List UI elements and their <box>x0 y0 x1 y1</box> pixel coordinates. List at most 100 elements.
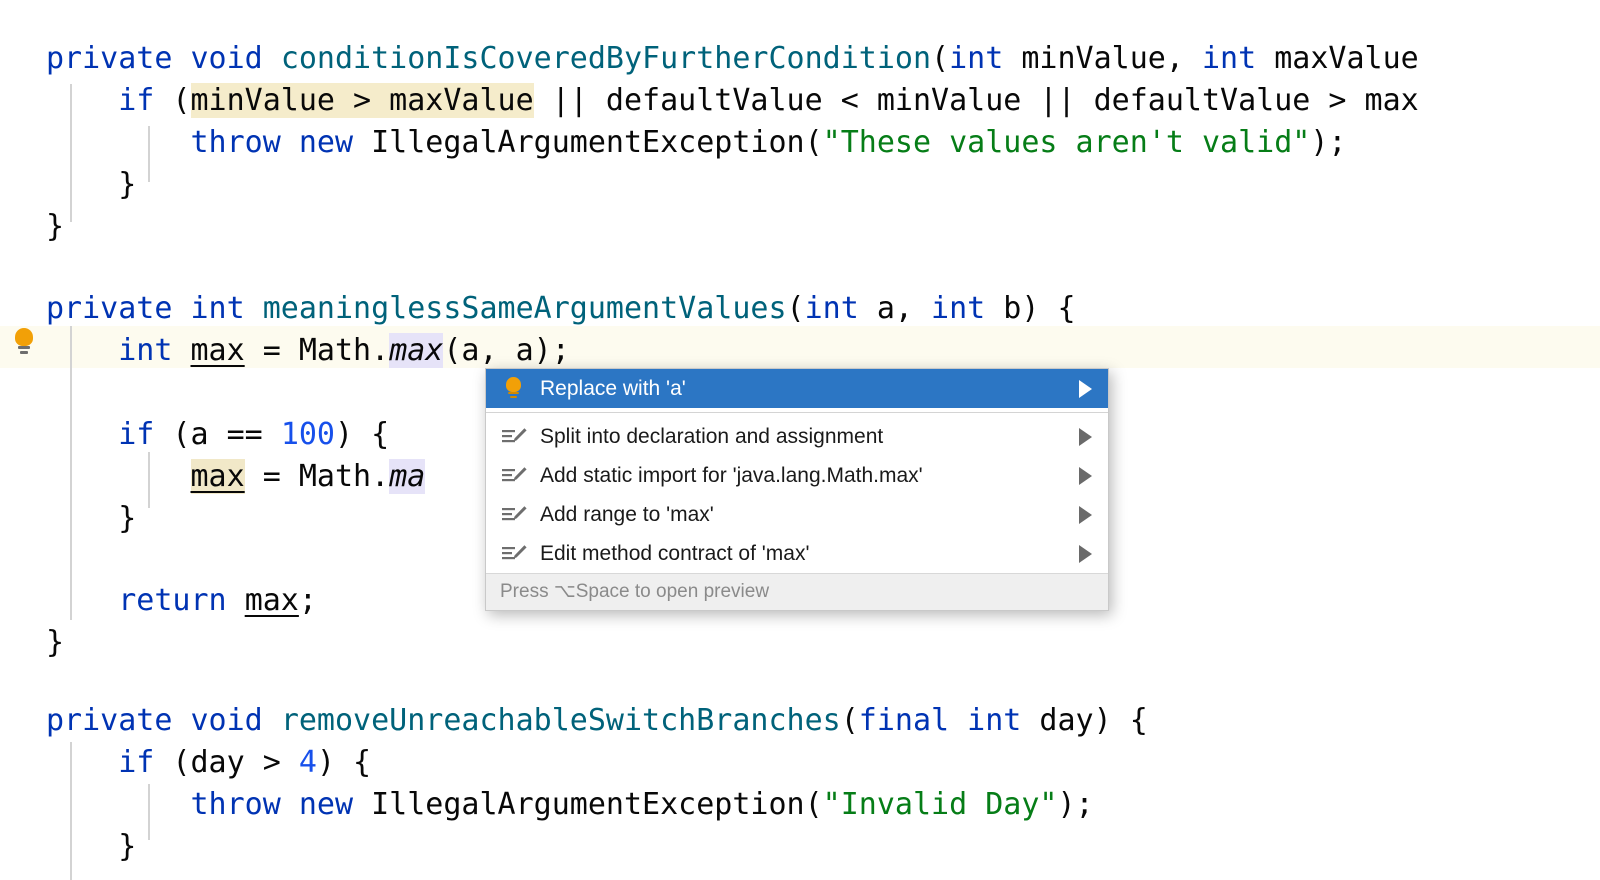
token-params: maxValue <box>1256 41 1419 76</box>
submenu-arrow-icon[interactable] <box>1079 544 1092 563</box>
code-line: int max = Math.max(a, a); <box>0 330 1600 372</box>
code-line: throw new IllegalArgumentException("Thes… <box>0 122 1600 164</box>
token-keyword: new <box>298 787 354 822</box>
token-keyword: int <box>118 333 173 368</box>
token-keyword: return <box>118 583 227 618</box>
token-params: b) { <box>985 291 1076 326</box>
code-line: } <box>0 164 1600 206</box>
token-keyword: private <box>46 41 173 76</box>
token-method-name: removeUnreachableSwitchBranches <box>280 703 841 738</box>
intention-item-split-declaration[interactable]: Split into declaration and assignment <box>486 417 1108 456</box>
intention-actions-popup[interactable]: Replace with 'a' Split into declaration … <box>485 368 1109 611</box>
identifier-under-caret-highlight: ma <box>389 459 426 494</box>
submenu-arrow-icon[interactable] <box>1079 379 1092 398</box>
code-line: } <box>0 206 1600 248</box>
intention-pencil-icon <box>500 502 530 528</box>
token-punct: ( <box>154 83 191 118</box>
code-line: private void conditionIsCoveredByFurther… <box>0 38 1600 80</box>
token-expression: (a == <box>154 417 281 452</box>
submenu-arrow-icon[interactable] <box>1079 427 1092 446</box>
token-keyword: throw <box>190 787 281 822</box>
token-brace: } <box>46 209 65 244</box>
lightbulb-base-line <box>510 395 517 398</box>
lightbulb-icon <box>500 376 530 402</box>
token-punct: ; <box>298 583 317 618</box>
popup-footer-hint: Press ⌥Space to open preview <box>486 573 1108 610</box>
intention-item-add-static-import[interactable]: Add static import for 'java.lang.Math.ma… <box>486 456 1108 495</box>
token-keyword: private <box>46 291 173 326</box>
token-keyword: int <box>1201 41 1257 76</box>
token-punct: ) { <box>316 745 372 780</box>
condition-highlight: minValue > maxValue <box>190 83 534 118</box>
token-operator: = Math. <box>244 333 390 368</box>
code-line: if (minValue > maxValue || defaultValue … <box>0 80 1600 122</box>
token-number: 100 <box>280 417 335 452</box>
token-variable: max <box>190 333 245 368</box>
intention-pencil-icon <box>500 463 530 489</box>
token-keyword: new <box>298 125 354 160</box>
token-punct: ( <box>931 41 950 76</box>
intention-item-label: Edit method contract of 'max' <box>540 541 810 565</box>
submenu-arrow-icon[interactable] <box>1079 505 1092 524</box>
token-keyword: if <box>118 745 155 780</box>
intention-item-replace-with-a[interactable]: Replace with 'a' <box>486 369 1108 408</box>
token-keyword: final <box>858 703 950 738</box>
token-keyword: if <box>118 83 155 118</box>
token-punct: ( <box>840 703 859 738</box>
code-line: } <box>0 622 1600 664</box>
token-brace: } <box>46 501 137 536</box>
token-punct: ); <box>1057 787 1094 822</box>
token-operator: = Math. <box>244 459 390 494</box>
intention-item-add-range[interactable]: Add range to 'max' <box>486 495 1108 534</box>
lightbulb-glass <box>506 376 521 392</box>
token-expression: (day > <box>154 745 299 780</box>
token-params: a, <box>858 291 932 326</box>
intention-item-label: Split into declaration and assignment <box>540 424 884 448</box>
token-string: "Invalid Day" <box>822 787 1058 822</box>
token-params: day) { <box>1021 703 1148 738</box>
token-keyword: int <box>949 41 1004 76</box>
code-line: private void removeUnreachableSwitchBran… <box>0 700 1600 742</box>
token-punct: ) { <box>335 417 390 452</box>
token-brace: } <box>46 625 65 660</box>
token-method-name: conditionIsCoveredByFurtherCondition <box>280 41 932 76</box>
token-args: (a, a); <box>443 333 570 368</box>
token-keyword: void <box>190 41 263 76</box>
intention-item-label: Add range to 'max' <box>540 502 714 526</box>
token-keyword: int <box>190 291 245 326</box>
token-keyword: private <box>46 703 173 738</box>
intention-pencil-icon <box>500 424 530 450</box>
token-brace: } <box>46 829 137 864</box>
token-number: 4 <box>298 745 317 780</box>
intention-item-label: Add static import for 'java.lang.Math.ma… <box>540 463 923 487</box>
token-keyword: int <box>804 291 859 326</box>
token-keyword: int <box>967 703 1022 738</box>
token-punct: ); <box>1310 125 1347 160</box>
write-usage-highlight: max <box>190 459 245 494</box>
token-keyword: if <box>118 417 155 452</box>
intention-item-edit-method-contract[interactable]: Edit method contract of 'max' <box>486 534 1108 573</box>
token-brace: } <box>46 167 137 202</box>
token-string: "These values aren't valid" <box>822 125 1311 160</box>
token-params: minValue, <box>1003 41 1202 76</box>
code-line: if (day > 4) { <box>0 742 1600 784</box>
identifier-under-caret-highlight: max <box>389 333 444 368</box>
submenu-arrow-icon[interactable] <box>1079 466 1092 485</box>
token-keyword: int <box>931 291 986 326</box>
code-line: private int meaninglessSameArgumentValue… <box>0 288 1600 330</box>
token-punct: ( <box>786 291 805 326</box>
token-class: IllegalArgumentException( <box>353 125 823 160</box>
